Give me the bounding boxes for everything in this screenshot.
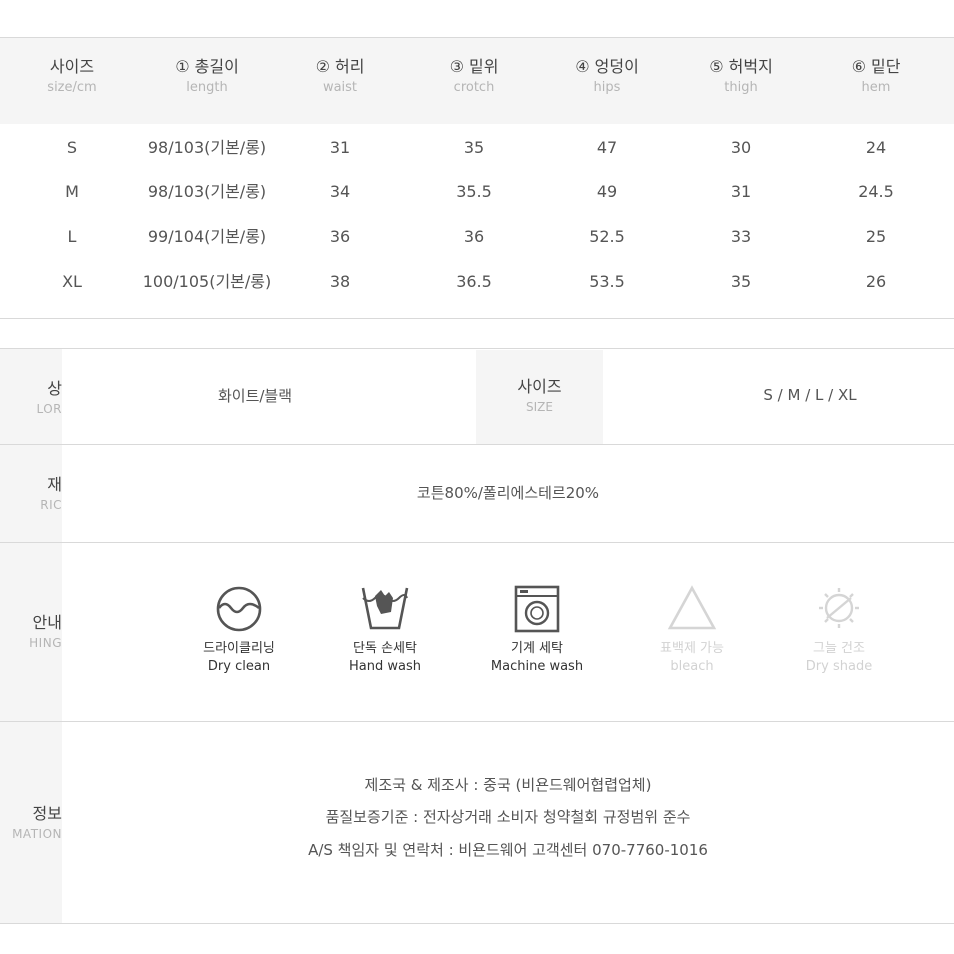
cell-length: 98/103(기본/롱) bbox=[147, 182, 267, 201]
cell-crotch: 35.5 bbox=[456, 182, 492, 201]
cell-crotch: 36 bbox=[463, 227, 485, 246]
cell-hem: 25 bbox=[865, 227, 887, 246]
as-contact-text: A/S 책임자 및 연락처 : 비욘드웨어 고객센터 070-7760-1016 bbox=[308, 841, 708, 859]
manufacturer-text: 제조국 & 제조사 : 중국 (비욘드웨어협렵업체) bbox=[364, 776, 652, 794]
product-info-label: 정보 MATION bbox=[12, 804, 62, 841]
cell-length: 98/103(기본/롱) bbox=[147, 138, 267, 157]
cell-waist: 34 bbox=[329, 182, 351, 201]
cell-crotch: 36.5 bbox=[456, 272, 492, 291]
row-divider bbox=[0, 721, 954, 722]
cell-size: M bbox=[65, 182, 79, 201]
washing-label: 안내 HING bbox=[29, 613, 62, 650]
cell-hips: 47 bbox=[596, 138, 618, 157]
care-dry-shade: 그늘 건조 Dry shade bbox=[774, 584, 904, 676]
care-hand-wash: 단독 손세탁 Hand wash bbox=[320, 584, 450, 676]
color-value: 화이트/블랙 bbox=[217, 387, 293, 405]
row-divider bbox=[0, 542, 954, 543]
size-label-cell: 사이즈 SIZE bbox=[476, 350, 603, 444]
cell-waist: 36 bbox=[329, 227, 351, 246]
row-divider bbox=[0, 444, 954, 445]
cell-hem: 26 bbox=[865, 272, 887, 291]
header-thigh: ⑤ 허벅지 thigh bbox=[709, 57, 773, 95]
dry-clean-icon bbox=[216, 586, 262, 632]
care-dry-clean: 드라이클리닝 Dry clean bbox=[174, 584, 304, 676]
cell-length: 99/104(기본/롱) bbox=[147, 227, 267, 246]
size-table-bottom-border bbox=[0, 318, 954, 319]
dry-shade-icon bbox=[819, 588, 859, 628]
header-hem: ⑥ 밑단 hem bbox=[851, 57, 901, 95]
cell-length: 100/105(기본/롱) bbox=[142, 272, 272, 291]
quality-standard-text: 품질보증기준 : 전자상거래 소비자 청약철회 규정범위 준수 bbox=[325, 808, 691, 826]
care-machine-wash: 기계 세탁 Machine wash bbox=[472, 584, 602, 676]
cell-waist: 31 bbox=[329, 138, 351, 157]
cell-hips: 52.5 bbox=[589, 227, 625, 246]
fabric-label: 재 RIC bbox=[40, 475, 62, 512]
header-size: 사이즈 size/cm bbox=[47, 57, 97, 95]
cell-thigh: 35 bbox=[730, 272, 752, 291]
cell-size: L bbox=[67, 227, 77, 246]
bleach-icon bbox=[667, 585, 717, 630]
care-bleach: 표백제 가능 bleach bbox=[627, 584, 757, 676]
size-label: 사이즈 SIZE bbox=[517, 377, 562, 414]
cell-crotch: 35 bbox=[463, 138, 485, 157]
header-hips: ④ 엉덩이 hips bbox=[575, 57, 639, 95]
cell-hem: 24 bbox=[865, 138, 887, 157]
color-label: 상 LOR bbox=[36, 379, 62, 416]
cell-hips: 53.5 bbox=[589, 272, 625, 291]
fabric-value: 코튼80%/폴리에스테르20% bbox=[416, 484, 600, 502]
cell-thigh: 33 bbox=[730, 227, 752, 246]
header-crotch: ③ 밑위 crotch bbox=[449, 57, 499, 95]
cell-thigh: 31 bbox=[730, 182, 752, 201]
cell-size: XL bbox=[62, 272, 82, 291]
header-length: ① 총길이 length bbox=[175, 57, 239, 95]
machine-wash-icon bbox=[514, 585, 560, 633]
cell-hem: 24.5 bbox=[858, 182, 894, 201]
cell-size: S bbox=[66, 138, 78, 157]
info-table-bottom-border bbox=[0, 923, 954, 924]
hand-wash-icon bbox=[361, 587, 409, 630]
info-table-top-border bbox=[0, 348, 954, 349]
size-value: S / M / L / XL bbox=[763, 386, 857, 404]
header-waist: ② 허리 waist bbox=[315, 57, 365, 95]
cell-waist: 38 bbox=[329, 272, 351, 291]
cell-thigh: 30 bbox=[730, 138, 752, 157]
cell-hips: 49 bbox=[596, 182, 618, 201]
